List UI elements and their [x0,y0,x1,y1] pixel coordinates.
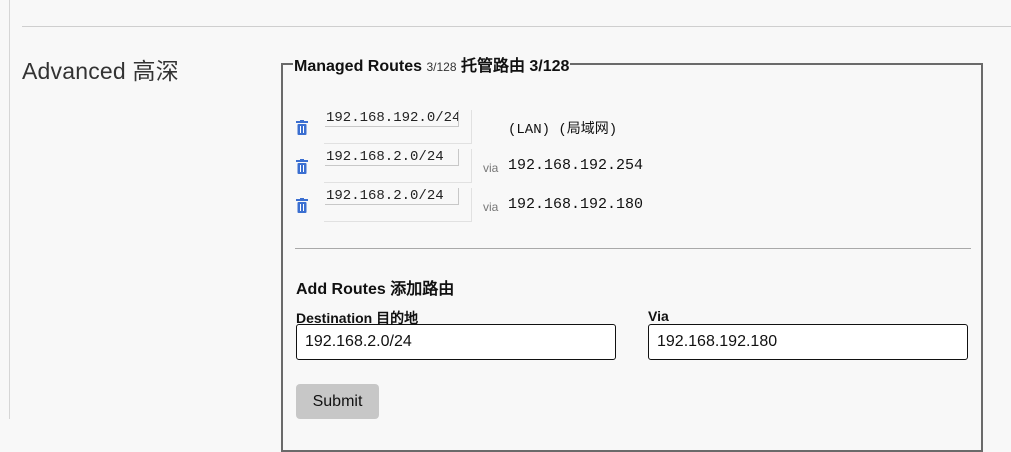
page-left-border [9,0,10,419]
route-lan-note: (LAN) (局域网) [508,122,618,138]
destination-input[interactable]: 192.168.2.0/24 [296,324,616,360]
route-destination-box: 192.168.192.0/24 [324,110,472,144]
route-destination-box: 192.168.2.0/24 [324,188,472,222]
managed-routes-panel: Managed Routes 3/128 托管路由 3/128 192.168.… [281,52,983,452]
route-destination[interactable]: 192.168.2.0/24 [325,188,459,205]
managed-routes-legend: Managed Routes 3/128 托管路由 3/128 [293,52,570,76]
route-destination[interactable]: 192.168.192.0/24 [325,110,459,127]
route-via-label: via [483,200,499,214]
route-via-label: via [483,161,499,175]
via-input[interactable]: 192.168.192.180 [648,324,968,360]
route-destination-box: 192.168.2.0/24 [324,149,472,183]
route-via-value: 192.168.192.254 [508,157,644,174]
managed-routes-title-zh: 托管路由 3/128 [456,58,570,75]
section-title: Advanced 高深 [22,58,179,84]
routes-divider [295,248,971,249]
add-routes-title: Add Routes 添加路由 [296,281,455,298]
route-destination[interactable]: 192.168.2.0/24 [325,149,459,166]
managed-routes-count: 3/128 [426,60,457,74]
submit-button[interactable]: Submit [296,384,379,419]
trash-icon[interactable] [295,159,309,175]
via-label: Via [648,308,669,324]
route-via-value: 192.168.192.180 [508,196,644,213]
trash-icon[interactable] [295,120,309,136]
trash-icon[interactable] [295,198,309,214]
managed-routes-title: Managed Routes [294,58,427,75]
section-separator [22,26,1011,27]
